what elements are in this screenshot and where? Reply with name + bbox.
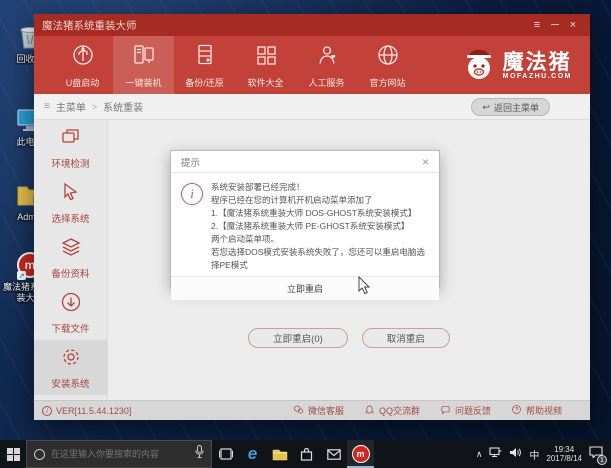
version-info: i VER[11.5.44.1230] <box>42 405 132 416</box>
windows-overlap-icon <box>60 126 82 153</box>
help-video-link[interactable]: 帮助视频 <box>511 404 562 417</box>
sidebar-label: 备份资料 <box>51 268 90 280</box>
mouse-cursor <box>358 275 371 300</box>
sidebar: 环境检测 选择系统 备份资料 下载文件 安装系统 <box>34 120 108 400</box>
nav-label: 备份/还原 <box>185 77 224 88</box>
version-text: VER[11.5.44.1230] <box>56 405 132 416</box>
window-minimize-button[interactable]: ─ <box>546 14 564 36</box>
notification-badge: 1 <box>597 455 607 465</box>
breadcrumb-current: 系统重装 <box>103 103 144 114</box>
nav-backup-restore[interactable]: 备份/还原 <box>174 36 235 94</box>
edge-taskbar-icon[interactable]: e <box>239 440 266 468</box>
window-menu-button[interactable]: ≡ <box>528 14 546 36</box>
taskbar-clock[interactable]: 19:34 2017/8/14 <box>546 445 582 464</box>
grid-icon <box>253 42 279 73</box>
server-icon <box>192 42 218 73</box>
feedback-link[interactable]: 问题反馈 <box>440 404 491 417</box>
nav-one-click-install[interactable]: 一键装机 <box>113 36 174 94</box>
nav-software-collection[interactable]: 软件大全 <box>235 36 296 94</box>
cursor-arrow-icon <box>60 181 82 208</box>
file-explorer-taskbar-icon[interactable] <box>266 440 293 468</box>
brand-logo: 魔法猪 MOFAZHU.COM <box>461 45 572 88</box>
gear-icon <box>60 346 82 373</box>
nav-usb-boot[interactable]: U盘启动 <box>52 36 113 94</box>
restart-now-button[interactable]: 立即重启(0) <box>248 328 348 348</box>
dialog-titlebar: 提示 × <box>171 151 439 173</box>
nav-label: U盘启动 <box>65 77 100 88</box>
tray-expand-icon[interactable]: ∧ <box>476 449 483 460</box>
taskbar-search[interactable] <box>26 440 212 468</box>
person-icon <box>314 42 340 73</box>
task-view-button[interactable] <box>212 440 239 468</box>
usb-icon <box>70 42 96 73</box>
back-to-menu-label: 返回主菜单 <box>493 102 539 113</box>
nav-human-service[interactable]: 人工服务 <box>296 36 357 94</box>
dialog-info-icon: i <box>181 183 203 205</box>
dialog-close-icon[interactable]: × <box>422 151 429 173</box>
back-arrow-icon: ↩ <box>482 101 490 112</box>
windows-logo-icon <box>6 447 20 461</box>
sidebar-item-download-files[interactable]: 下载文件 <box>34 285 107 340</box>
app-window: 魔法猪系统重装大师 ≡ ─ × U盘启动 一键装机 备份/还原 软件大全 人工服… <box>34 14 590 420</box>
search-input[interactable] <box>51 449 189 459</box>
app-header: U盘启动 一键装机 备份/还原 软件大全 人工服务 官方网站 魔法猪 MOFAZ… <box>34 36 590 94</box>
hamburger-icon: ≡ <box>44 101 50 112</box>
sidebar-item-backup-data[interactable]: 备份资料 <box>34 230 107 285</box>
download-icon <box>60 291 82 318</box>
breadcrumb-root[interactable]: 主菜单 <box>56 99 86 114</box>
sidebar-label: 安装系统 <box>51 378 90 390</box>
speech-bubble-icon <box>440 404 451 417</box>
wechat-icon <box>293 404 304 417</box>
dialog-title: 提示 <box>181 157 201 169</box>
nav-label: 软件大全 <box>247 77 284 88</box>
ime-indicator[interactable]: 中 <box>529 447 539 462</box>
pig-mascot-icon <box>461 45 497 88</box>
dialog-message: 系统安装部署已经完成！ 程序已经在您的计算机开机启动菜单添加了 1.【魔法猪系统… <box>211 182 425 270</box>
nav-label: 一键装机 <box>125 77 162 88</box>
volume-icon[interactable] <box>509 445 522 463</box>
brand-name: 魔法猪 <box>502 51 572 74</box>
nav-official-site[interactable]: 官方网站 <box>357 36 418 94</box>
breadcrumb-separator: > <box>91 101 98 112</box>
question-circle-icon <box>511 404 522 417</box>
globe-icon <box>375 42 401 73</box>
nav-label: 人工服务 <box>308 77 345 88</box>
info-icon: i <box>42 405 52 416</box>
mofazhu-taskbar-icon[interactable]: m <box>347 440 374 468</box>
sidebar-item-env-check[interactable]: 环境检测 <box>34 120 107 175</box>
brand-domain: MOFAZHU.COM <box>502 73 572 80</box>
sidebar-label: 选择系统 <box>51 213 90 225</box>
window-titlebar: 魔法猪系统重装大师 ≡ ─ × <box>34 14 590 36</box>
taskbar: e m ∧ 中 19:34 2017/8/14 1 <box>0 440 611 468</box>
qq-group-link[interactable]: QQ交流群 <box>364 404 420 417</box>
mail-taskbar-icon[interactable] <box>320 440 347 468</box>
microphone-icon <box>195 445 204 463</box>
shortcut-arrow-icon: ↗ <box>17 271 26 280</box>
system-tray: ∧ 中 19:34 2017/8/14 1 <box>476 445 611 465</box>
cancel-restart-button[interactable]: 取消重启 <box>361 328 450 348</box>
sidebar-item-select-system[interactable]: 选择系统 <box>34 175 107 230</box>
computer-icon <box>131 42 157 73</box>
sidebar-label: 环境检测 <box>51 158 90 170</box>
sidebar-label: 下载文件 <box>51 323 90 335</box>
layers-icon <box>60 236 82 263</box>
cortana-icon <box>34 448 45 460</box>
notice-dialog: 提示 × i 系统安装部署已经完成！ 程序已经在您的计算机开机启动菜单添加了 1… <box>170 150 440 300</box>
action-center-icon[interactable]: 1 <box>589 445 607 465</box>
network-icon[interactable] <box>489 445 502 463</box>
app-statusbar: i VER[11.5.44.1230] 微信客服 QQ交流群 问题反馈 帮助视频 <box>34 400 590 420</box>
window-title: 魔法猪系统重装大师 <box>42 19 137 32</box>
nav-label: 官方网站 <box>369 77 406 88</box>
clock-time: 19:34 <box>554 444 575 454</box>
start-button[interactable] <box>0 440 26 468</box>
dialog-restart-button[interactable]: 立即重启 <box>171 276 439 300</box>
window-close-button[interactable]: × <box>564 14 582 36</box>
breadcrumb: ≡ 主菜单 > 系统重装 ↩ 返回主菜单 <box>34 94 590 120</box>
wechat-service-link[interactable]: 微信客服 <box>293 404 344 417</box>
back-to-menu-button[interactable]: ↩ 返回主菜单 <box>471 98 550 116</box>
store-taskbar-icon[interactable] <box>293 440 320 468</box>
clock-date: 2017/8/14 <box>546 454 582 463</box>
sidebar-item-install-system[interactable]: 安装系统 <box>34 340 107 395</box>
qq-penguin-icon <box>364 404 375 417</box>
